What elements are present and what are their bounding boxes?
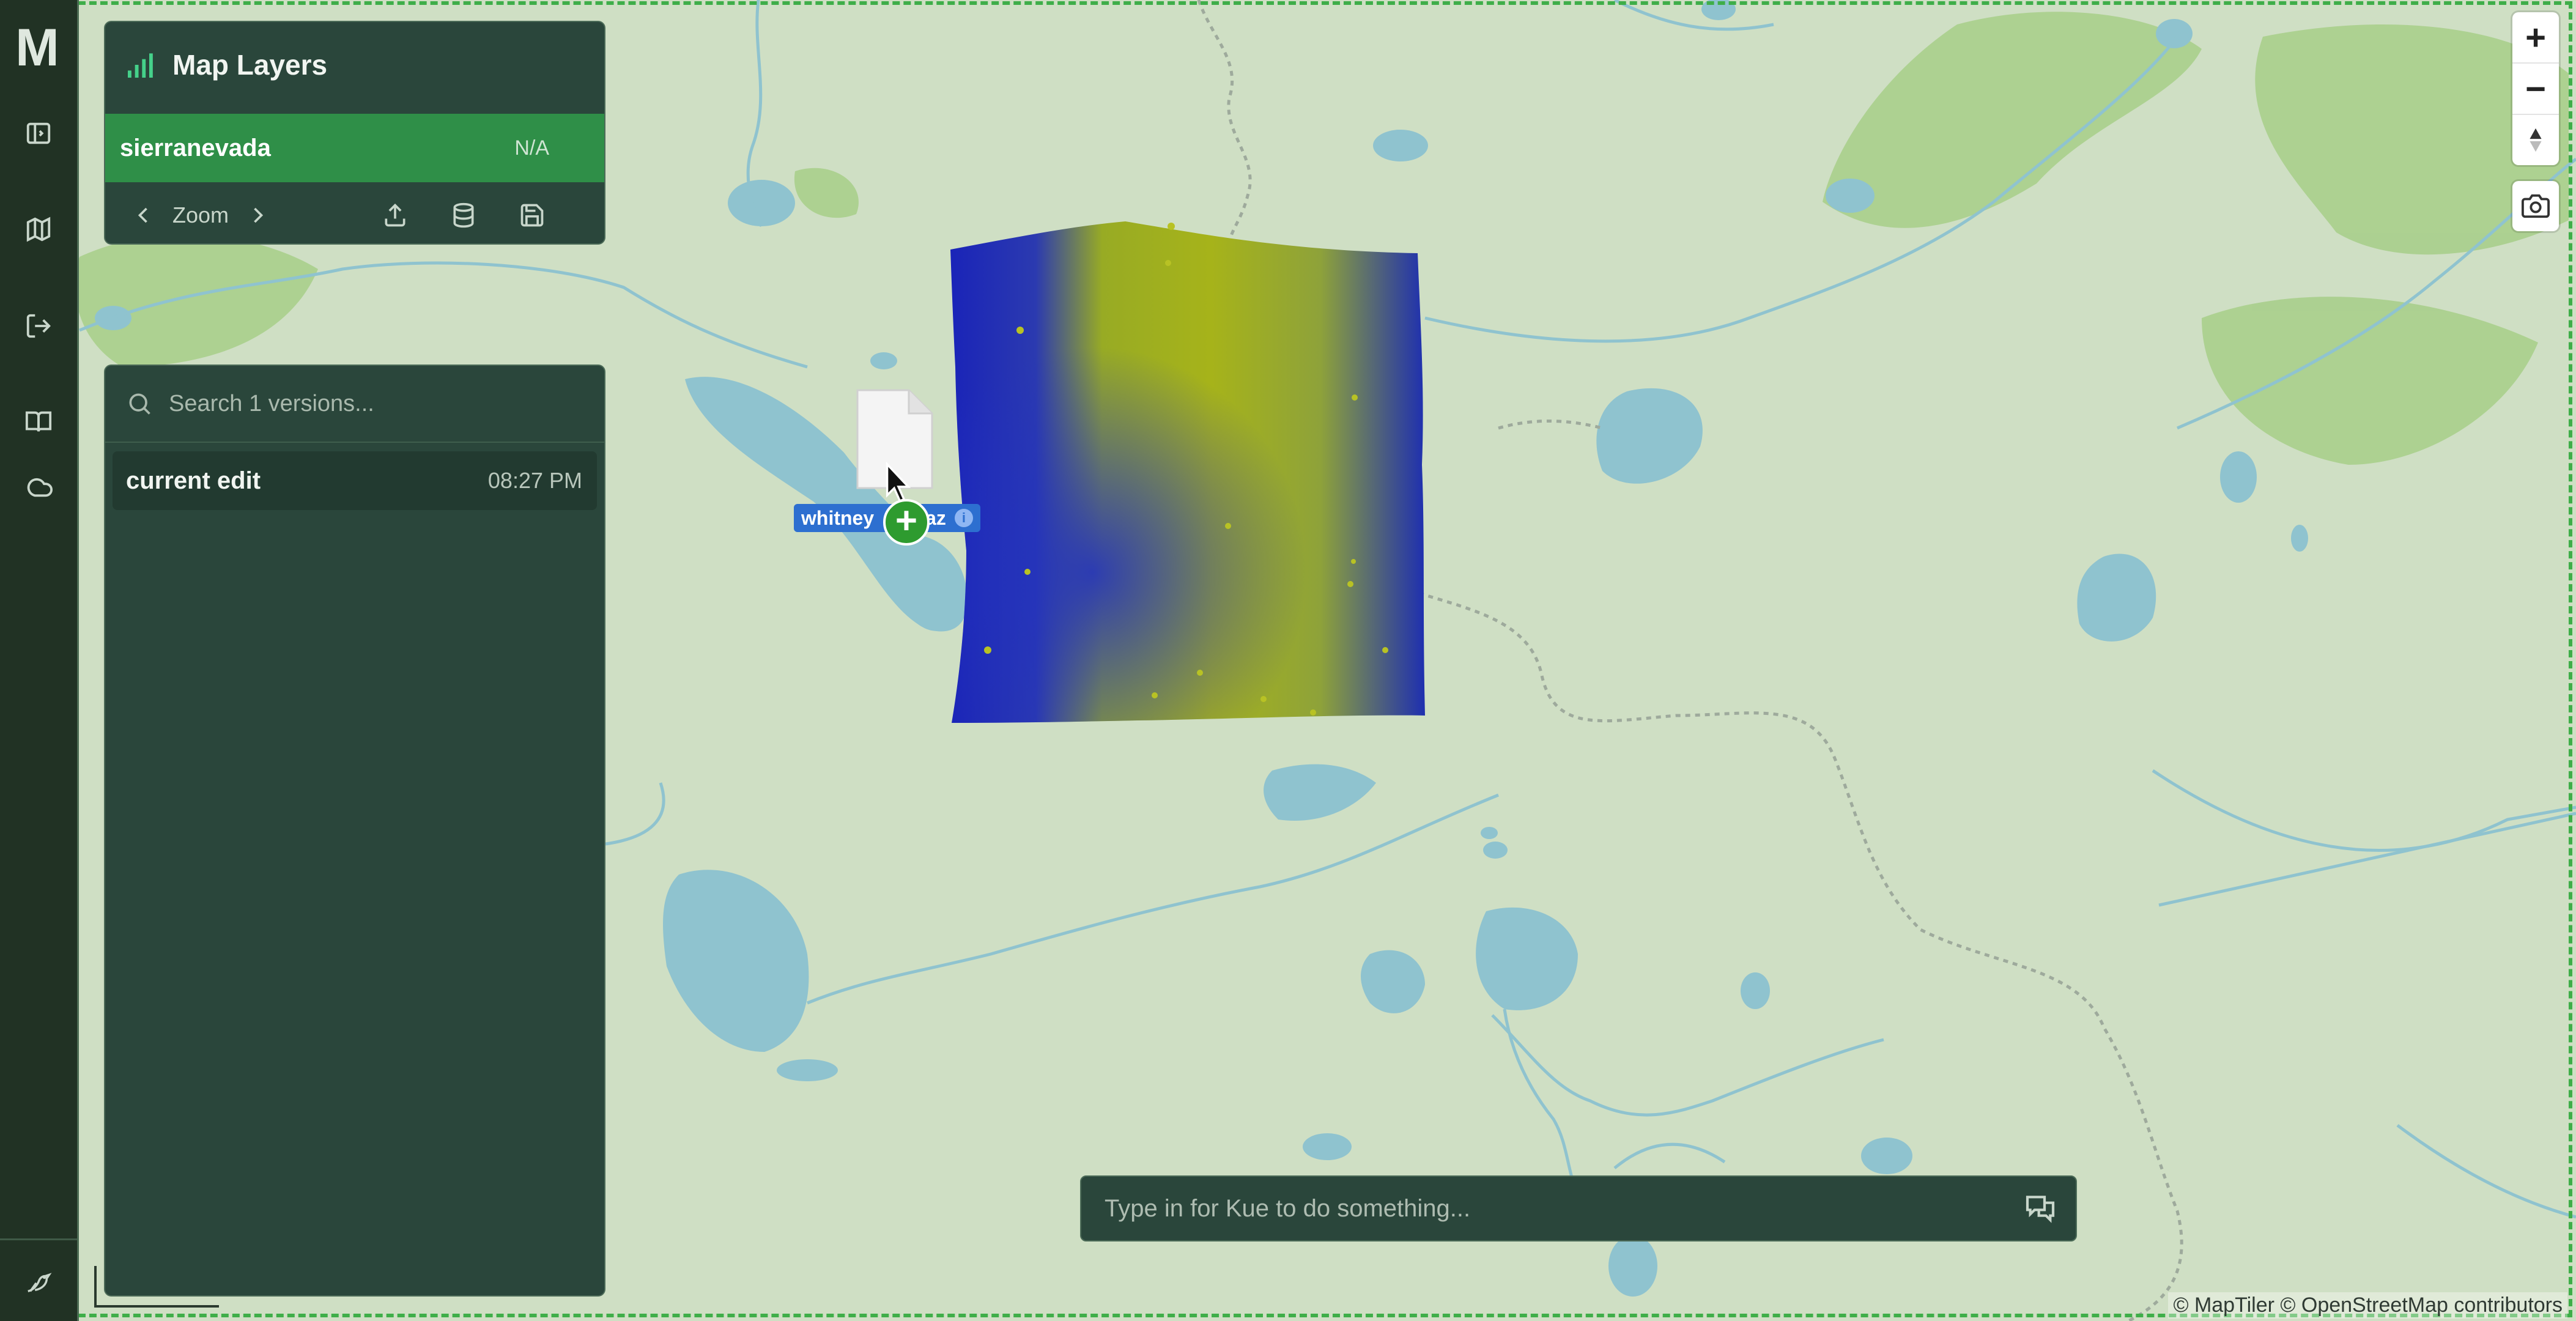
sidebar-toggle-icon[interactable] bbox=[20, 115, 57, 152]
sierranevada-raster-layer bbox=[950, 221, 1425, 723]
panel-resize-corner bbox=[94, 1266, 219, 1308]
versions-search bbox=[105, 366, 604, 443]
version-name: current edit bbox=[126, 467, 261, 494]
camera-icon[interactable] bbox=[2512, 181, 2559, 231]
layer-status: N/A bbox=[514, 136, 549, 160]
map-layers-header: Map Layers bbox=[105, 22, 604, 108]
save-icon[interactable] bbox=[519, 202, 546, 229]
chevron-right-icon[interactable] bbox=[245, 202, 272, 229]
map-icon[interactable] bbox=[20, 211, 57, 248]
layer-row-sierranevada[interactable]: sierranevada N/A bbox=[105, 114, 604, 182]
layer-name: sierranevada bbox=[120, 134, 271, 161]
cloud-icon[interactable] bbox=[20, 468, 57, 505]
chevron-left-icon[interactable] bbox=[130, 202, 157, 229]
signal-bars-icon bbox=[128, 53, 153, 78]
compass-icon[interactable] bbox=[2512, 115, 2559, 165]
kue-chat-input[interactable] bbox=[1103, 1194, 2023, 1223]
app-sidebar-rail: M bbox=[0, 0, 79, 1321]
map-layers-panel: Map Layers sierranevada N/A Zoom bbox=[104, 21, 605, 245]
versions-search-input[interactable] bbox=[168, 390, 604, 418]
version-item[interactable]: current edit 08:27 PM bbox=[113, 451, 597, 510]
rail-divider bbox=[0, 1238, 77, 1240]
info-icon: i bbox=[954, 509, 973, 527]
drag-file-name: whitney bbox=[801, 506, 875, 529]
zoom-label: Zoom bbox=[172, 202, 229, 228]
upload-icon[interactable] bbox=[382, 202, 409, 229]
logout-icon[interactable] bbox=[20, 308, 57, 344]
version-time: 08:27 PM bbox=[487, 468, 582, 493]
cursor-icon bbox=[886, 461, 911, 503]
versions-panel: current edit 08:27 PM bbox=[104, 364, 605, 1297]
layer-toolbar: Zoom bbox=[105, 187, 604, 243]
message-icon[interactable] bbox=[2023, 1191, 2057, 1226]
kue-chat-bar bbox=[1080, 1175, 2077, 1241]
book-icon[interactable] bbox=[20, 404, 57, 440]
zoom-out-button[interactable]: − bbox=[2512, 64, 2559, 115]
add-badge: + bbox=[883, 499, 930, 546]
app-logo[interactable]: M bbox=[10, 21, 65, 74]
screenshot-control bbox=[2512, 181, 2559, 231]
zoom-in-button[interactable]: + bbox=[2512, 12, 2559, 64]
search-icon bbox=[129, 393, 150, 415]
bird-icon[interactable] bbox=[20, 1264, 57, 1300]
map-attribution[interactable]: © MapTiler © OpenStreetMap contributors bbox=[2168, 1292, 2567, 1319]
navigation-control: + − bbox=[2512, 12, 2559, 165]
database-icon[interactable] bbox=[450, 202, 477, 229]
map-layers-title: Map Layers bbox=[172, 49, 328, 81]
